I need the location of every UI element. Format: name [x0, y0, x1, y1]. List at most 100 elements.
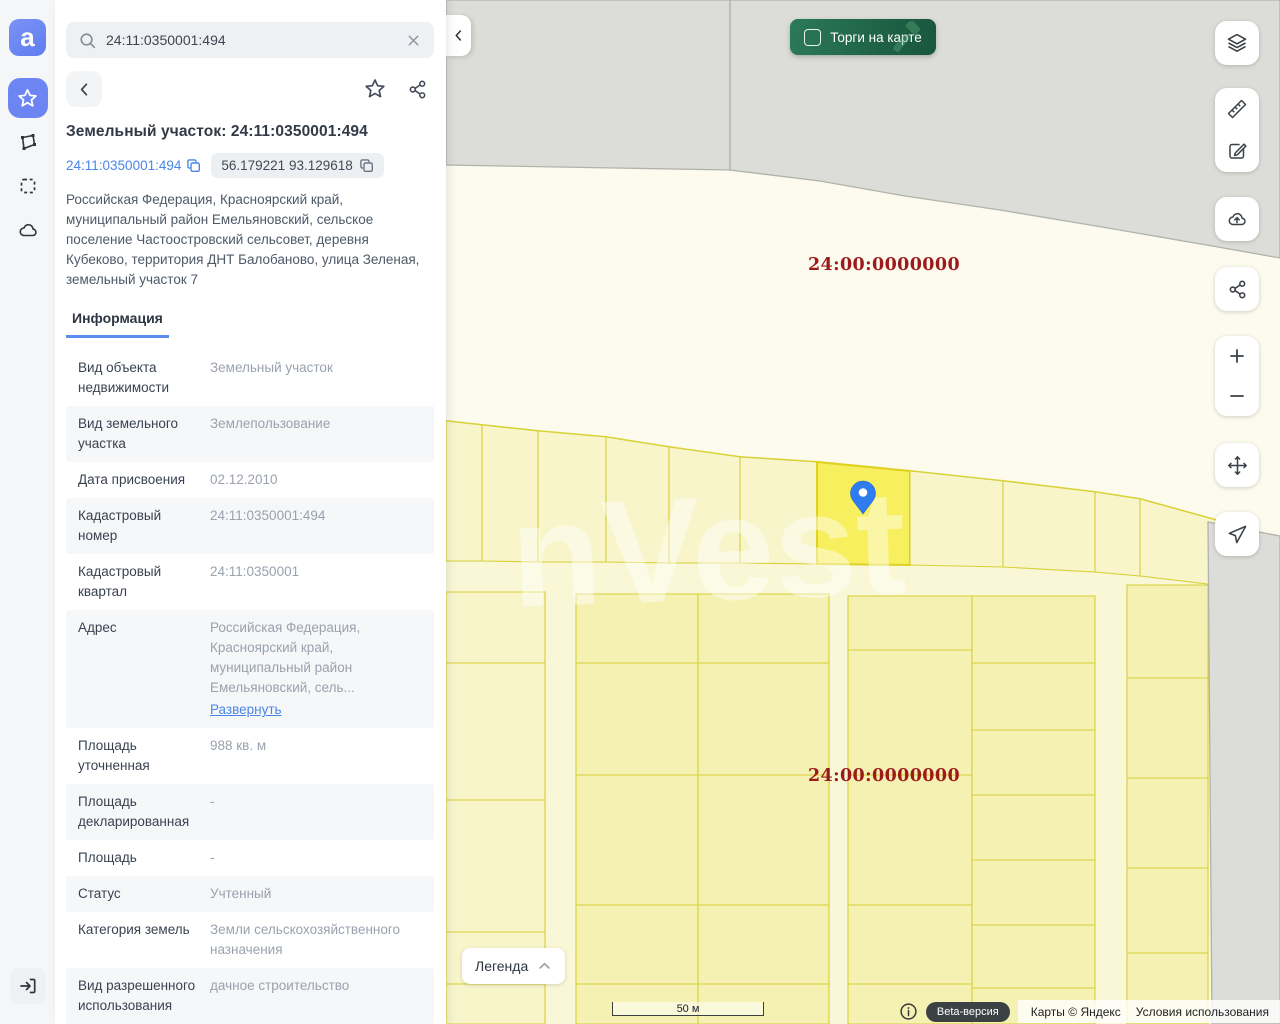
select-area-tool-button[interactable] — [8, 166, 48, 206]
info-icon[interactable] — [899, 1002, 918, 1021]
info-row: Площадь декларированная- — [66, 784, 434, 840]
info-row-value: дачное строительство — [210, 976, 422, 1016]
maps-copyright-link[interactable]: Карты © Яндекс — [1031, 1005, 1121, 1019]
app-rail: a — [0, 0, 55, 1024]
parcel[interactable] — [446, 421, 482, 561]
info-row: Площадь- — [66, 840, 434, 876]
unzoned-area — [446, 0, 730, 170]
pan-button[interactable] — [1215, 443, 1259, 487]
cadastral-number: 24:11:0350001:494 — [66, 158, 181, 173]
parcel[interactable] — [972, 860, 1095, 925]
info-row: АдресРоссийская Федерация, Красноярский … — [66, 610, 434, 728]
card-header — [66, 71, 434, 107]
info-row: Вид земельного участкаЗемлепользование — [66, 406, 434, 462]
terms-link[interactable]: Условия использования — [1136, 1005, 1269, 1019]
coordinates-value: 56.179221 93.129618 — [221, 158, 352, 173]
edit-icon — [1226, 140, 1248, 162]
plus-icon — [1226, 345, 1248, 367]
dashed-select-icon — [17, 175, 39, 197]
polygon-icon — [17, 131, 39, 153]
parcel[interactable] — [972, 663, 1095, 730]
parcel[interactable] — [1003, 481, 1095, 572]
parcel[interactable] — [848, 905, 972, 984]
parcel[interactable] — [972, 795, 1095, 860]
legend-button[interactable]: Легенда — [462, 948, 565, 984]
info-row-value: 24:11:0350001 — [210, 562, 422, 602]
cloud-layers-button[interactable] — [8, 210, 48, 250]
share-object-button[interactable] — [400, 72, 434, 106]
info-row-value: Учтенный — [210, 884, 422, 904]
parcel[interactable] — [972, 596, 1095, 663]
info-row-label: Адрес — [78, 618, 204, 720]
torgi-toggle-button[interactable]: Торги на карте — [790, 19, 936, 55]
legend-label: Легенда — [475, 958, 528, 974]
parcel[interactable] — [446, 984, 545, 1024]
parcel[interactable] — [910, 471, 1003, 567]
info-row-label: Вид разрешенного использования — [78, 976, 204, 1016]
share-map-button[interactable] — [1215, 267, 1259, 311]
layers-button[interactable] — [1215, 21, 1259, 65]
upload-button[interactable] — [1215, 197, 1259, 241]
map-canvas[interactable]: nVest24:00:000000024:00:0000000 — [446, 0, 1280, 1024]
draw-button[interactable] — [1215, 130, 1259, 172]
info-row: СтатусУчтенный — [66, 876, 434, 912]
search-icon — [78, 31, 97, 50]
map-attribution: Beta-версия Карты © Яндекс Условия испол… — [899, 1000, 1280, 1023]
info-row-label: Дата присвоения — [78, 470, 204, 490]
parcel[interactable] — [1127, 868, 1208, 953]
share-icon — [1227, 279, 1248, 300]
parcel[interactable] — [1127, 585, 1208, 678]
clear-search-button[interactable] — [405, 32, 422, 49]
info-table: Вид объекта недвижимостиЗемельный участо… — [66, 350, 434, 1024]
parcel[interactable] — [848, 650, 972, 775]
cadastral-number-link[interactable]: 24:11:0350001:494 — [66, 158, 201, 173]
coordinates-chip[interactable]: 56.179221 93.129618 — [211, 153, 383, 178]
tab-information[interactable]: Информация — [66, 304, 169, 338]
parcel[interactable] — [972, 925, 1095, 988]
info-row-label: Категория земель — [78, 920, 204, 960]
parcel[interactable] — [1095, 492, 1140, 576]
search-bar[interactable] — [66, 22, 434, 58]
expand-address-link[interactable]: Развернуть — [210, 700, 282, 720]
scale-label: 50 м — [677, 1003, 700, 1015]
info-row-label: Площадь уточненная — [78, 736, 204, 776]
search-input[interactable] — [106, 32, 396, 48]
attribution-strip: Карты © Яндекс Условия использования — [1018, 1000, 1280, 1023]
star-icon — [364, 78, 386, 100]
navigation-arrow-icon — [1227, 524, 1248, 545]
favorites-button[interactable] — [8, 78, 48, 118]
parcel[interactable] — [576, 775, 698, 905]
locate-button[interactable] — [1215, 512, 1259, 556]
info-row-label: Площадь — [78, 848, 204, 868]
parcel[interactable] — [972, 730, 1095, 795]
copy-icon[interactable] — [359, 158, 374, 173]
collapse-panel-button[interactable] — [446, 15, 471, 56]
parcel[interactable] — [698, 663, 829, 775]
measure-button[interactable] — [1215, 88, 1259, 130]
back-button[interactable] — [66, 71, 102, 107]
minus-icon — [1226, 385, 1248, 407]
parcel[interactable] — [698, 775, 829, 905]
parcel[interactable] — [446, 800, 545, 932]
app-logo[interactable]: a — [9, 19, 46, 56]
torgi-checkbox[interactable] — [804, 29, 821, 46]
login-button[interactable] — [10, 968, 46, 1004]
parcel[interactable] — [446, 663, 545, 800]
info-row: Вид разрешенного использованиядачное стр… — [66, 968, 434, 1024]
zoom-out-button[interactable] — [1215, 376, 1259, 416]
zoom-in-button[interactable] — [1215, 336, 1259, 376]
favorite-object-button[interactable] — [358, 72, 392, 106]
parcel[interactable] — [576, 905, 698, 984]
polygon-tool-button[interactable] — [8, 122, 48, 162]
map[interactable]: nVest24:00:000000024:00:0000000 Торги на… — [446, 0, 1280, 1024]
zoom-group — [1215, 336, 1259, 416]
parcel[interactable] — [848, 775, 972, 905]
copy-icon[interactable] — [186, 158, 201, 173]
parcel[interactable] — [1127, 778, 1208, 868]
info-row: Вид объекта недвижимостиЗемельный участо… — [66, 350, 434, 406]
info-row-value: Земли сельскохозяйственного назначения — [210, 920, 422, 960]
parcel[interactable] — [698, 905, 829, 984]
beta-badge: Beta-версия — [926, 1002, 1010, 1022]
parcel[interactable] — [576, 663, 698, 775]
parcel[interactable] — [1127, 678, 1208, 778]
